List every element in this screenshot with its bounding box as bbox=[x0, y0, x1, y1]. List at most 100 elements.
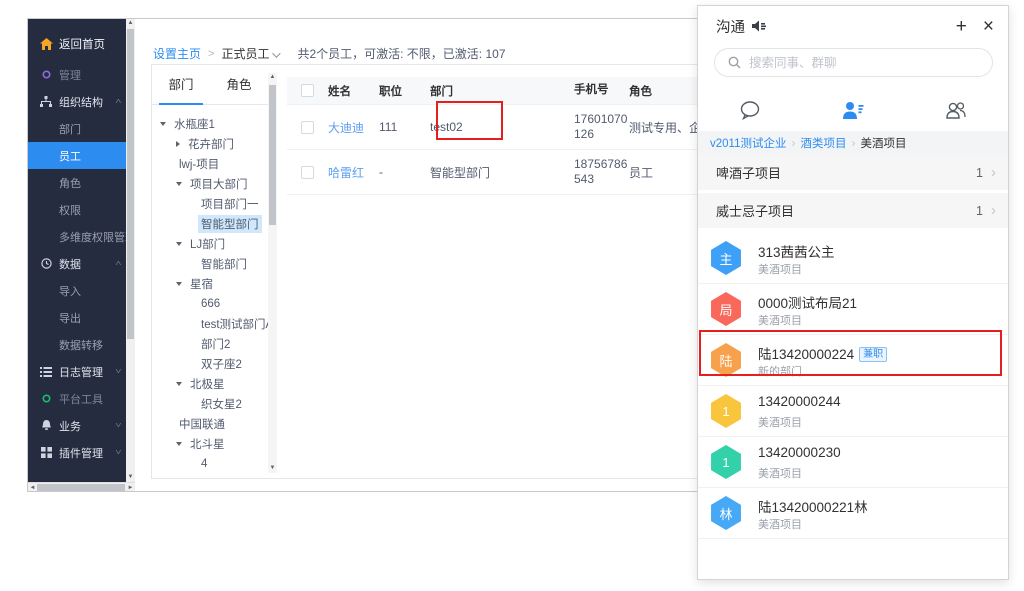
sidebar-vertical-scrollbar[interactable]: ▲ ▼ bbox=[126, 19, 135, 482]
avatar: 局 bbox=[709, 292, 743, 326]
sidebar-item-导入[interactable]: 导入 bbox=[28, 277, 126, 304]
sidebar-item-多维度权限管理[interactable]: 多维度权限管理 bbox=[28, 223, 126, 250]
sidebar-item-label: 日志管理 bbox=[59, 364, 103, 380]
tree-node-label: 666 bbox=[198, 297, 223, 311]
contact-name: 13420000244 bbox=[758, 394, 841, 409]
bell-icon bbox=[39, 419, 53, 433]
tree-node-项目大部门[interactable]: 项目大部门 bbox=[152, 174, 268, 194]
scroll-left-icon[interactable]: ◄ bbox=[28, 484, 37, 492]
sidebar-item-业务[interactable]: 业务˅ bbox=[28, 412, 126, 439]
row-checkbox[interactable] bbox=[301, 121, 314, 134]
tree-node-666[interactable]: 666 bbox=[152, 294, 268, 314]
contact-row[interactable]: 113420000244美酒项目 bbox=[698, 386, 1008, 437]
chevron-down-icon bbox=[273, 49, 281, 57]
contact-row[interactable]: 陆陆13420000224兼职新的部门 bbox=[698, 335, 1008, 386]
scroll-right-icon[interactable]: ► bbox=[126, 484, 135, 492]
sidebar-item-数据[interactable]: 数据˄ bbox=[28, 250, 126, 277]
speaker-icon[interactable] bbox=[751, 19, 767, 33]
tab-chats[interactable] bbox=[698, 92, 801, 128]
tree-node-水瓶座1[interactable]: 水瓶座1 bbox=[152, 114, 268, 134]
sidebar-item-日志管理[interactable]: 日志管理˅ bbox=[28, 358, 126, 385]
sidebar-item-权限[interactable]: 权限 bbox=[28, 196, 126, 223]
tab-contacts-active[interactable] bbox=[801, 92, 904, 128]
tree-node-项目部门一[interactable]: 项目部门一 bbox=[152, 194, 268, 214]
contact-row[interactable]: 113420000230美酒项目 bbox=[698, 437, 1008, 488]
tree-node-花卉部门[interactable]: 花卉部门 bbox=[152, 134, 268, 154]
tree-node-智能型部门[interactable]: 智能型部门 bbox=[152, 214, 268, 234]
sidebar-item-插件管理[interactable]: 插件管理˅ bbox=[28, 439, 126, 466]
tree-node-label: lwj-项目 bbox=[176, 155, 222, 173]
sidebar-item-导出[interactable]: 导出 bbox=[28, 304, 126, 331]
employee-type-dropdown[interactable]: 正式员工 bbox=[221, 45, 278, 62]
tree-node-智能部门[interactable]: 智能部门 bbox=[152, 254, 268, 274]
tree-node-北斗星[interactable]: 北斗星 bbox=[152, 434, 268, 454]
contact-name: 13420000230 bbox=[758, 445, 841, 460]
tree-node-lwj-项目[interactable]: lwj-项目 bbox=[152, 154, 268, 174]
scroll-up-icon[interactable]: ▲ bbox=[268, 73, 277, 82]
row-checkbox-cell bbox=[287, 166, 328, 179]
sidebar-hscroll-thumb[interactable] bbox=[37, 484, 125, 491]
project-group-row[interactable]: 啤酒子项目1› bbox=[698, 155, 1008, 190]
tree-vscroll-thumb[interactable] bbox=[269, 85, 276, 225]
tree-node-双子座2[interactable]: 双子座2 bbox=[152, 354, 268, 374]
select-all-checkbox[interactable] bbox=[301, 84, 314, 97]
sidebar-item-组织结构[interactable]: 组织结构˄ bbox=[28, 88, 126, 115]
breadcrumb-home-link[interactable]: 设置主页 bbox=[153, 45, 201, 62]
tab-groups[interactable] bbox=[905, 92, 1008, 128]
row-checkbox[interactable] bbox=[301, 166, 314, 179]
tree-node-织女星2[interactable]: 织女星2 bbox=[152, 394, 268, 414]
sidebar-item-部门[interactable]: 部门 bbox=[28, 115, 126, 142]
tree-node-北极星[interactable]: 北极星 bbox=[152, 374, 268, 394]
tree-expand-icon[interactable] bbox=[176, 282, 182, 286]
tab-部门[interactable]: 部门 bbox=[152, 65, 210, 104]
sidebar-item-员工[interactable]: 员工 bbox=[28, 142, 126, 169]
chat-panel: 沟通 + × bbox=[697, 5, 1009, 580]
tree-tabs: 部门角色 bbox=[152, 65, 268, 105]
log-list-icon bbox=[39, 365, 53, 379]
scroll-down-icon[interactable]: ▼ bbox=[126, 473, 135, 482]
home-icon bbox=[39, 37, 53, 51]
search-box[interactable] bbox=[714, 48, 993, 77]
tree-node-LJ部门[interactable]: LJ部门 bbox=[152, 234, 268, 254]
tree-node-test测试部门A[interactable]: test测试部门A bbox=[152, 314, 268, 334]
tree-node-4[interactable]: 4 bbox=[152, 454, 268, 474]
chat-breadcrumb-link[interactable]: 酒类项目 bbox=[800, 135, 846, 151]
tree-expand-icon[interactable] bbox=[176, 382, 182, 386]
tree-node-label: 星宿 bbox=[187, 275, 216, 293]
add-icon[interactable]: + bbox=[956, 17, 967, 36]
employee-name-link[interactable]: 哈雷红 bbox=[328, 166, 364, 180]
sidebar-item-返回首页[interactable]: 返回首页 bbox=[28, 27, 126, 61]
sidebar-item-数据转移[interactable]: 数据转移 bbox=[28, 331, 126, 358]
contact-row[interactable]: 局0000测试布局21美酒项目 bbox=[698, 284, 1008, 335]
tree-collapse-icon[interactable] bbox=[176, 141, 180, 147]
tree-node-部门2[interactable]: 部门2 bbox=[152, 334, 268, 354]
sidebar-item-管理[interactable]: 管理 bbox=[28, 61, 126, 88]
sidebar-item-label: 组织结构 bbox=[59, 94, 103, 110]
tree-node-星宿[interactable]: 星宿 bbox=[152, 274, 268, 294]
sidebar-vscroll-thumb[interactable] bbox=[127, 29, 134, 339]
sidebar-item-label: 返回首页 bbox=[59, 36, 105, 52]
scroll-up-icon[interactable]: ▲ bbox=[126, 19, 135, 28]
employee-name-link[interactable]: 大迪迪 bbox=[328, 121, 364, 135]
tree-node-label: 北斗星 bbox=[187, 435, 228, 453]
search-input[interactable] bbox=[749, 56, 969, 70]
tree-vertical-scrollbar[interactable]: ▲ ▼ bbox=[268, 73, 277, 473]
contact-row[interactable]: 林陆13420000221林美酒项目 bbox=[698, 488, 1008, 539]
close-icon[interactable]: × bbox=[983, 17, 994, 36]
tree-node-label: 双子座2 bbox=[198, 355, 245, 373]
sidebar-item-角色[interactable]: 角色 bbox=[28, 169, 126, 196]
tab-角色[interactable]: 角色 bbox=[210, 65, 268, 104]
chevron-down-icon: ˅ bbox=[115, 421, 122, 430]
sidebar-horizontal-scrollbar[interactable]: ◄ ► bbox=[28, 482, 135, 491]
sidebar-item-平台工具[interactable]: 平台工具 bbox=[28, 385, 126, 412]
project-group-row[interactable]: 威士忌子项目1› bbox=[698, 193, 1008, 228]
tree-node-中国联通[interactable]: 中国联通 bbox=[152, 414, 268, 434]
breadcrumb-separator: > bbox=[208, 48, 214, 60]
tree-expand-icon[interactable] bbox=[160, 122, 166, 126]
tree-expand-icon[interactable] bbox=[176, 182, 182, 186]
scroll-down-icon[interactable]: ▼ bbox=[268, 464, 277, 473]
chat-breadcrumb-link[interactable]: v2011测试企业 bbox=[710, 135, 786, 151]
contact-row[interactable]: 主313茜茜公主美酒项目 bbox=[698, 233, 1008, 284]
tree-expand-icon[interactable] bbox=[176, 442, 182, 446]
tree-expand-icon[interactable] bbox=[176, 242, 182, 246]
